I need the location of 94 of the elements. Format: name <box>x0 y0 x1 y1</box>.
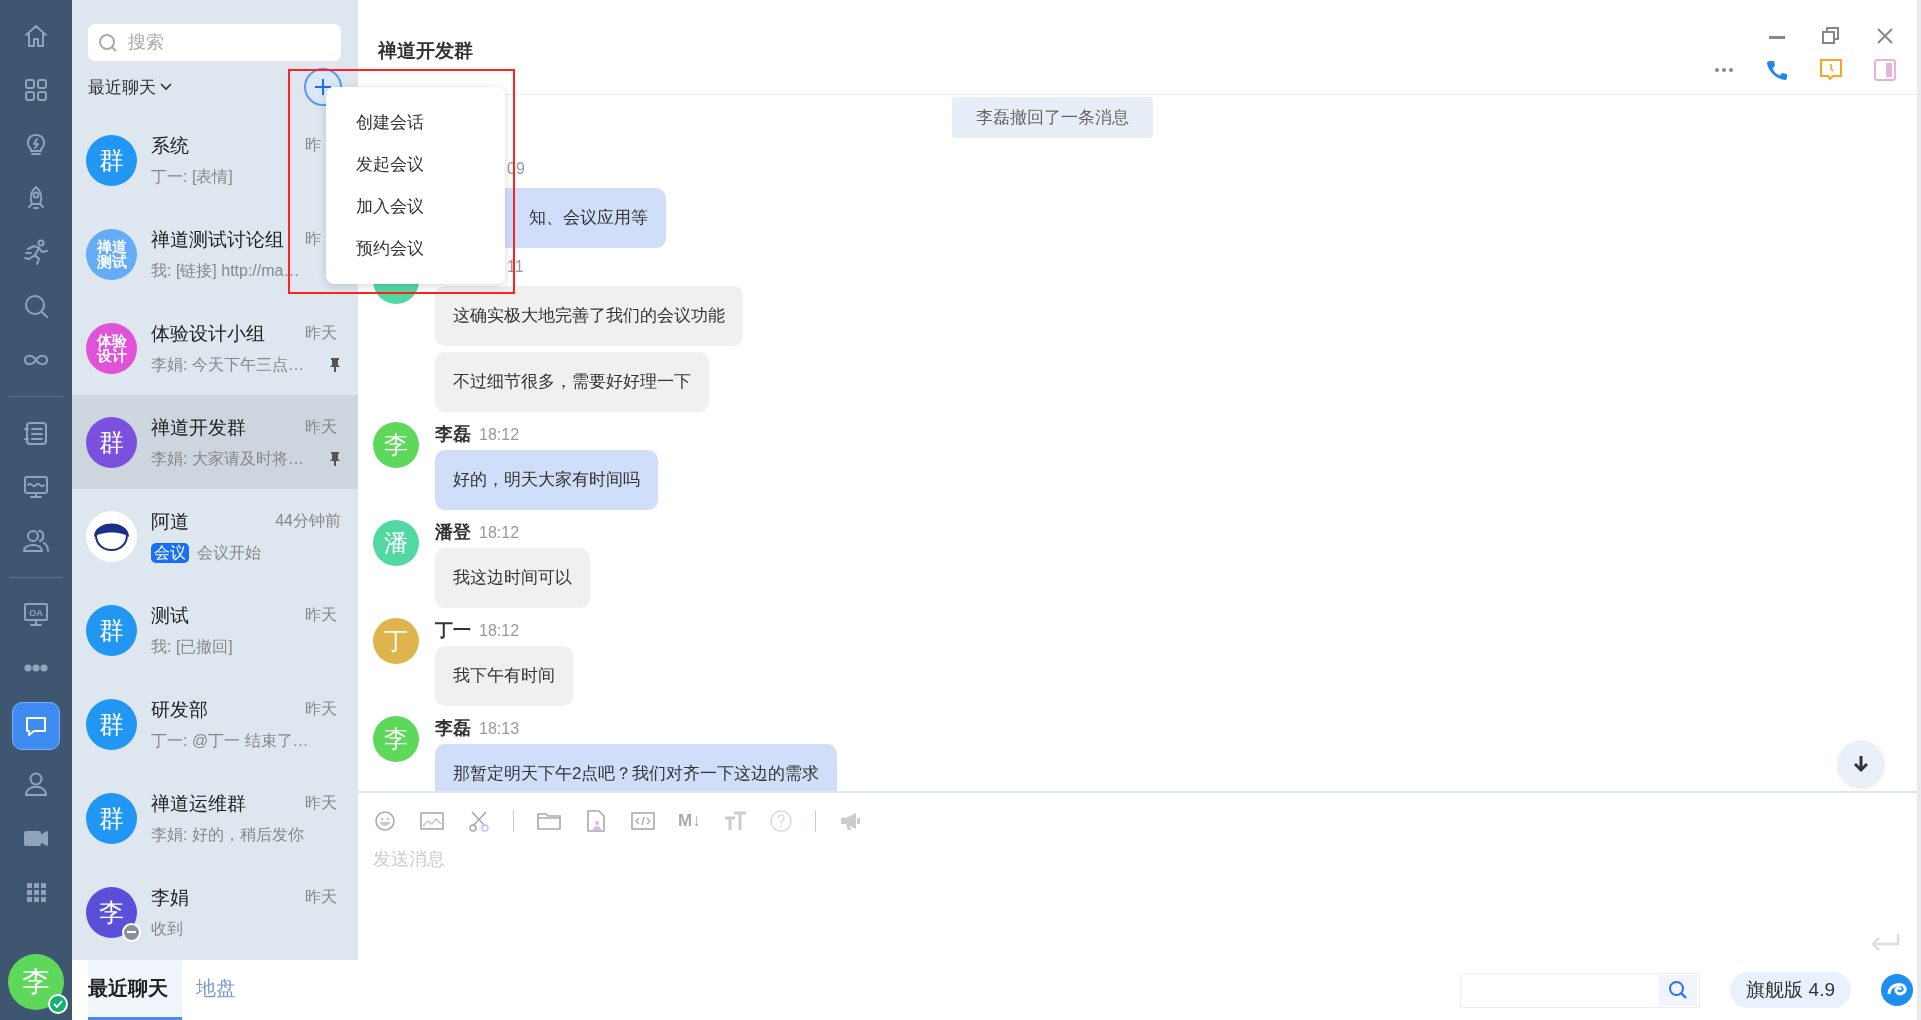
search-field[interactable] <box>1460 972 1701 1008</box>
chat-name: 禅道运维群 <box>151 791 246 816</box>
chat-title: 禅道开发群 <box>376 39 473 63</box>
emoji-icon[interactable] <box>373 809 397 833</box>
chat-preview: 李娟: 大家请及时将… <box>151 448 304 469</box>
chat-list-item[interactable]: 群 研发部 昨天 丁一: @丁一 结束了… <box>72 677 358 771</box>
chat-time: 昨天 <box>305 887 338 907</box>
message-time: 18:12 <box>479 426 520 444</box>
sender-name: 潘登 <box>435 521 471 544</box>
avatar-icon <box>86 510 137 562</box>
chat-list-item[interactable]: 李 李娟 昨天 收到 <box>72 865 358 959</box>
chat-list-item[interactable]: 阿道 44分钟前 会议 会议开始 <box>72 489 358 583</box>
chat-preview: 我: [已撤回] <box>151 636 233 657</box>
image-icon[interactable] <box>419 809 445 833</box>
swirl-logo-icon[interactable] <box>1881 974 1913 1006</box>
chat-preview: 丁一: @丁一 结束了… <box>151 730 309 751</box>
avatar: 群 <box>86 604 137 656</box>
avatar: 群 <box>86 134 137 186</box>
message-bubble: 我这边时间可以 <box>435 548 590 608</box>
chat-name: 系统 <box>151 133 189 158</box>
avatar: 丁 <box>373 618 419 664</box>
chat-preview: 收到 <box>151 918 183 939</box>
chat-time: 昨天 <box>305 793 338 813</box>
search-icon <box>98 33 118 53</box>
message-bubble: 这确实极大地完善了我们的会议功能 <box>435 286 743 346</box>
apps-icon[interactable] <box>22 76 50 104</box>
filter-dropdown[interactable]: 最近聊天 <box>88 75 172 99</box>
chat-time: 昨 <box>305 135 322 155</box>
message-bubble: 那暂定明天下午2点吧？我们对齐一下这边的需求 <box>435 744 838 791</box>
tab[interactable]: 最近聊天 <box>88 960 182 1020</box>
chat-list-item[interactable]: 群 禅道运维群 昨天 李娟: 好的，稍后发你 <box>72 771 358 865</box>
users-icon[interactable] <box>22 527 50 555</box>
home-icon[interactable] <box>22 22 50 50</box>
arrow-down-icon <box>1853 755 1869 773</box>
nav-button[interactable] <box>12 702 60 750</box>
chat-name: 研发部 <box>151 697 208 722</box>
menu-item[interactable]: 创建会话 <box>356 108 505 137</box>
menu-item[interactable]: 发起会议 <box>356 150 505 179</box>
meeting-tag: 会议 <box>151 543 189 563</box>
code-icon[interactable] <box>630 809 656 833</box>
search-field[interactable]: 搜索 <box>88 24 341 61</box>
chat-name: 阿道 <box>151 509 189 534</box>
sender-name: 李磊 <box>435 423 471 446</box>
avatar: 群 <box>86 698 137 750</box>
chat-time: 昨天 <box>305 605 338 625</box>
chat-time: 昨天 <box>305 323 338 343</box>
avatar: 潘 <box>373 520 419 566</box>
chat-name: 禅道测试讨论组 <box>151 227 284 252</box>
font-size-icon[interactable] <box>722 809 747 833</box>
avatar: 体验 设计 <box>86 322 137 374</box>
chat-name: 体验设计小组 <box>151 321 265 346</box>
message-time: 18:13 <box>479 720 520 738</box>
scissors-icon[interactable] <box>467 809 491 833</box>
avatar: 禅道 测试 <box>86 228 137 280</box>
chat-preview: 会议开始 <box>197 542 261 563</box>
sender-name: 丁一 <box>435 619 471 642</box>
file-icon[interactable] <box>584 809 608 833</box>
edition-badge[interactable]: 旗舰版 4.9 <box>1730 972 1851 1008</box>
caret-icon <box>160 83 172 91</box>
chat-time: 昨 <box>305 229 322 249</box>
message-time: 18:12 <box>479 524 520 542</box>
chat-list-item[interactable]: 群 禅道开发群 昨天 李娟: 大家请及时将… <box>72 395 358 489</box>
runner-icon[interactable] <box>22 238 50 266</box>
message-time: 18:12 <box>479 622 520 640</box>
scroll-down-button[interactable] <box>1838 741 1884 787</box>
message-bubble: 不过细节很多，需要好好理一下 <box>435 352 709 412</box>
sidebar-toggle-icon[interactable] <box>1873 58 1897 82</box>
recall-notice: 李磊撤回了一条消息 <box>952 97 1153 138</box>
chat-name: 禅道开发群 <box>151 415 246 440</box>
chat-name: 李娟 <box>151 885 189 910</box>
search-icon[interactable] <box>1668 980 1689 1000</box>
avatar: 李 <box>373 716 419 762</box>
user-icon[interactable] <box>22 770 50 798</box>
monitor-icon[interactable] <box>22 473 50 501</box>
clock-chat-icon[interactable] <box>1819 58 1843 82</box>
chat-time: 昨天 <box>305 699 338 719</box>
avatar: 群 <box>86 416 137 468</box>
chat-time: 昨天 <box>305 417 338 437</box>
message-bubble: 我下午有时间 <box>435 646 573 706</box>
chat-preview: 丁一: [表情] <box>151 166 233 187</box>
avatar: 群 <box>86 792 137 844</box>
avatar: 李 <box>373 422 419 468</box>
sender-name: 李磊 <box>435 717 471 740</box>
chat-time: 44分钟前 <box>275 511 341 531</box>
chat-name: 测试 <box>151 603 189 628</box>
search-icon[interactable] <box>22 292 50 320</box>
chat-preview: 李娟: 今天下午三点… <box>151 354 304 375</box>
chat-preview: 李娟: 好的，稍后发你 <box>151 824 304 845</box>
chat-list-item[interactable]: 群 测试 昨天 我: [已撤回] <box>72 583 358 677</box>
chat-list-item[interactable]: 体验 设计 体验设计小组 昨天 李娟: 今天下午三点… <box>72 301 358 395</box>
plus-icon <box>315 79 331 95</box>
message-bubble: 好的，明天大家有时间吗 <box>435 450 658 510</box>
list-icon[interactable] <box>22 419 50 447</box>
phone-icon[interactable] <box>1765 58 1789 82</box>
